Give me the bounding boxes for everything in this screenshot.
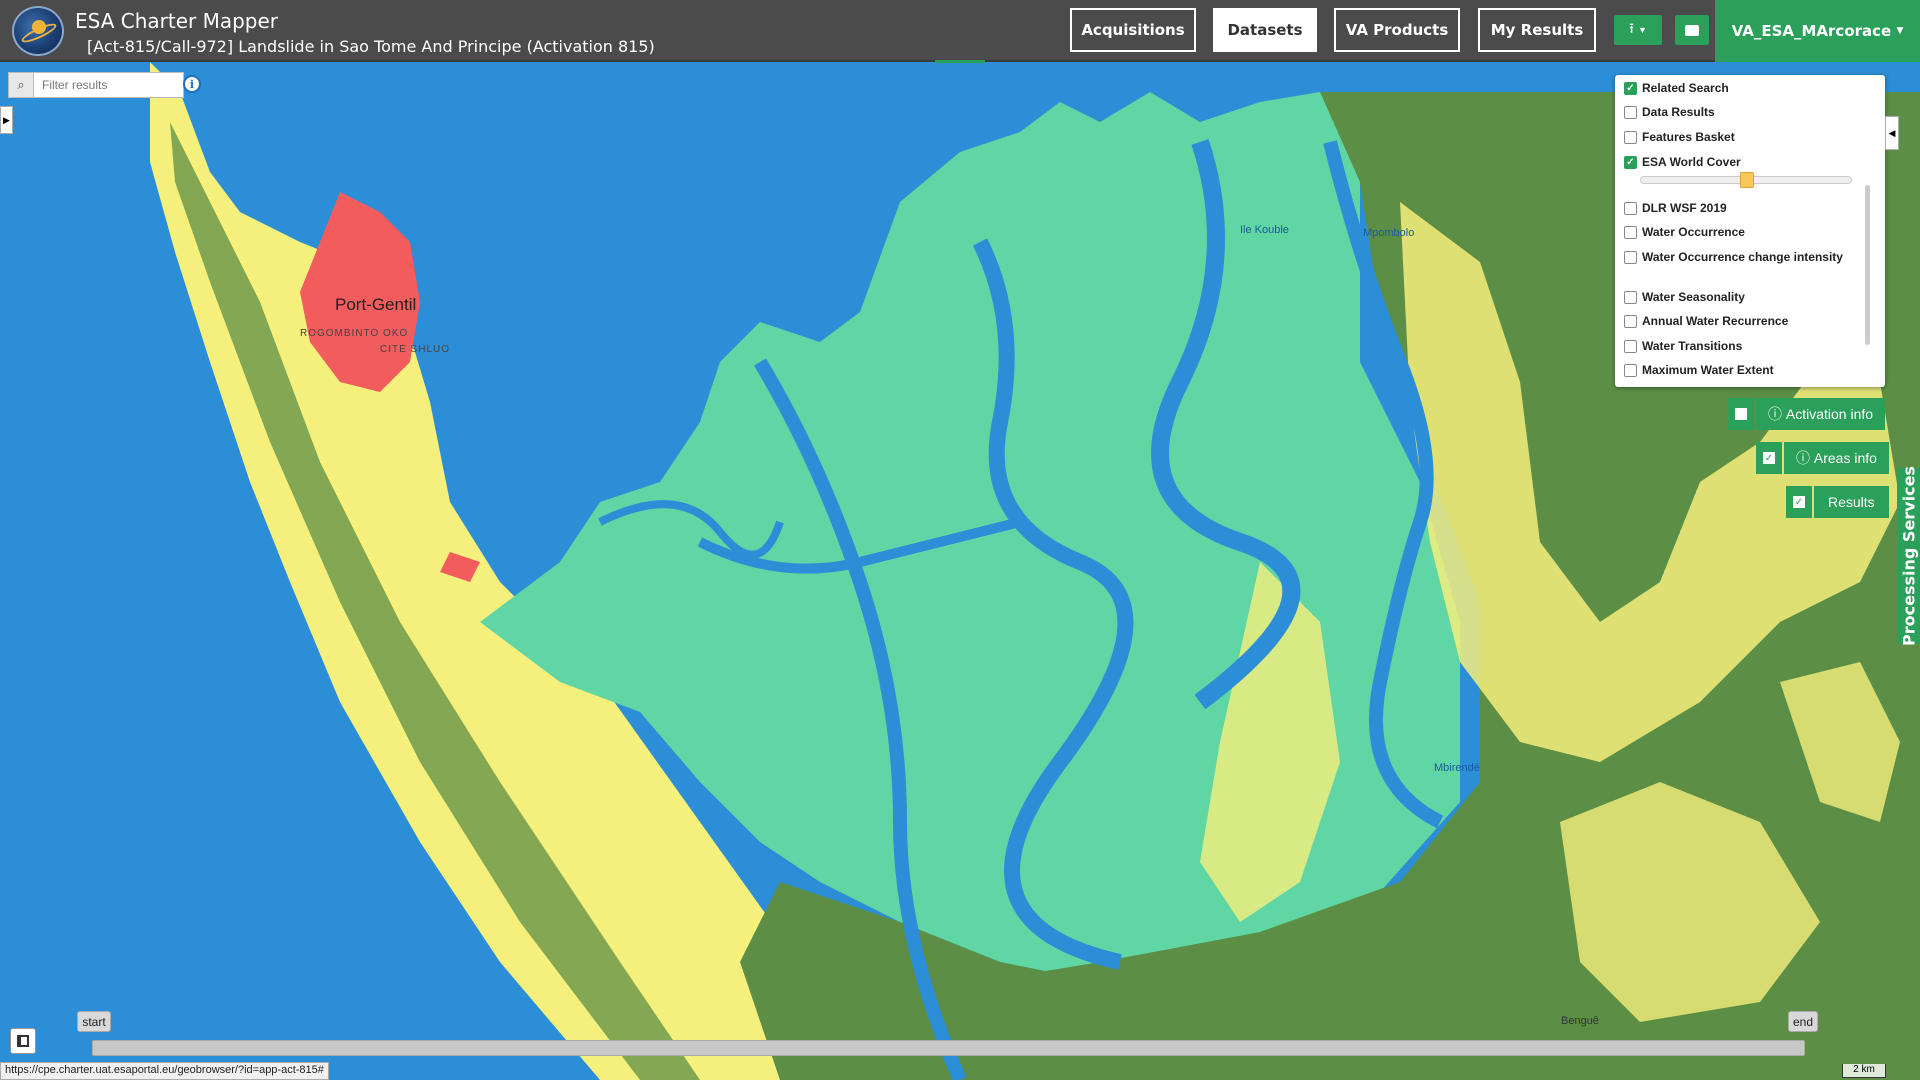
map-label-district: ROGOMBINTO OKO	[300, 328, 409, 339]
timeline-bar[interactable]	[92, 1040, 1805, 1056]
map-label-place: Mpombolo	[1363, 227, 1415, 239]
checkbox-icon[interactable]	[1624, 225, 1637, 239]
nav-va-products-button[interactable]: VA Products	[1334, 8, 1460, 52]
map-label-place: Benguê	[1561, 1015, 1599, 1027]
app-title: ESA Charter Mapper	[75, 9, 279, 33]
activation-info-row: ⓘ Activation info	[1728, 398, 1886, 430]
user-name: VA_ESA_MArcorace	[1731, 22, 1892, 40]
layer-water-occurrence[interactable]: Water Occurrence	[1624, 225, 1745, 239]
esa-logo-icon[interactable]	[12, 6, 64, 56]
nav-datasets-button[interactable]: Datasets	[1213, 8, 1317, 52]
layers-panel: ✓ Related Search Data Results Features Ba…	[1615, 75, 1885, 387]
results-row: ✓ Results	[1786, 486, 1889, 518]
layer-label: Related Search	[1642, 81, 1729, 95]
checkbox-icon[interactable]	[1624, 363, 1637, 377]
layer-label: Water Occurrence change intensity	[1642, 250, 1843, 264]
filter-bar: ⌕	[8, 72, 184, 98]
layer-label: Water Transitions	[1642, 339, 1743, 353]
checkbox-icon[interactable]	[1624, 290, 1637, 304]
opacity-slider[interactable]	[1640, 172, 1852, 188]
processing-services-tab[interactable]: Processing Services	[1897, 466, 1920, 646]
areas-info-checkbox[interactable]: ✓	[1756, 442, 1782, 474]
search-icon[interactable]: ⌕	[8, 72, 34, 98]
checkbox-icon[interactable]	[1624, 314, 1637, 328]
areas-info-row: ✓ ⓘ Areas info	[1756, 442, 1889, 474]
nav-acquisitions-button[interactable]: Acquisitions	[1070, 8, 1196, 52]
slider-handle[interactable]	[1740, 172, 1754, 188]
expand-left-panel-icon[interactable]: ▶	[0, 106, 13, 134]
results-checkbox[interactable]: ✓	[1786, 486, 1812, 518]
layer-water-transitions[interactable]: Water Transitions	[1624, 339, 1742, 353]
layer-label: Maximum Water Extent	[1642, 363, 1774, 377]
timeline-end-handle[interactable]: end	[1788, 1011, 1818, 1032]
areas-info-label: Areas info	[1813, 450, 1877, 466]
timeline-start-handle[interactable]: start	[77, 1011, 111, 1032]
activation-title: [Act-815/Call-972] Landslide in Sao Tome…	[87, 37, 655, 56]
info-circle-icon: ⓘ	[1796, 450, 1810, 466]
layer-esa-world-cover[interactable]: ✓ ESA World Cover	[1624, 155, 1741, 169]
layer-related-search[interactable]: ✓ Related Search	[1624, 81, 1729, 95]
layer-label: Features Basket	[1642, 130, 1735, 144]
results-button[interactable]: Results	[1814, 486, 1889, 518]
checkbox-icon[interactable]	[1624, 130, 1637, 144]
layer-water-occurrence-change[interactable]: Water Occurrence change intensity	[1624, 250, 1843, 264]
checkbox-icon[interactable]	[1624, 201, 1637, 215]
layer-dlr-wsf-2019[interactable]: DLR WSF 2019	[1624, 201, 1727, 215]
top-bar: ESA Charter Mapper [Act-815/Call-972] La…	[0, 0, 1920, 62]
map-label-place: Mbirendé	[1434, 762, 1480, 774]
filter-results-input[interactable]	[34, 72, 184, 98]
checkbox-icon[interactable]	[1624, 105, 1637, 119]
processing-services-label: Processing Services	[1899, 466, 1918, 646]
scale-bar: 2 km	[1842, 1064, 1886, 1078]
layer-water-seasonality[interactable]: Water Seasonality	[1624, 290, 1745, 304]
layer-label: Data Results	[1642, 105, 1715, 119]
caret-down-icon: ▼	[1637, 25, 1647, 35]
layers-scrollbar[interactable]	[1865, 185, 1870, 345]
upload-icon: ⭱	[1629, 20, 1635, 36]
areas-info-button[interactable]: ⓘ Areas info	[1784, 442, 1889, 474]
checkbox-checked-icon[interactable]: ✓	[1624, 155, 1637, 169]
active-nav-indicator	[935, 60, 985, 63]
activation-info-button[interactable]: ⓘ Activation info	[1756, 398, 1886, 430]
collapse-right-panel-icon[interactable]: ◀	[1885, 116, 1899, 150]
layer-label: Water Seasonality	[1642, 290, 1745, 304]
nav-my-results-button[interactable]: My Results	[1478, 8, 1596, 52]
status-url: https://cpe.charter.uat.esaportal.eu/geo…	[0, 1062, 329, 1080]
activation-info-label: Activation info	[1785, 406, 1874, 422]
layer-annual-water-recurrence[interactable]: Annual Water Recurrence	[1624, 314, 1788, 328]
briefcase-icon	[1685, 24, 1699, 36]
layer-label: DLR WSF 2019	[1642, 201, 1727, 215]
bookmark-icon[interactable]	[10, 1028, 36, 1054]
caret-down-icon: ▼	[1896, 26, 1904, 36]
activation-info-checkbox[interactable]	[1728, 398, 1754, 430]
layer-label: ESA World Cover	[1642, 155, 1741, 169]
user-menu[interactable]: VA_ESA_MArcorace ▼	[1715, 0, 1920, 62]
layer-data-results[interactable]: Data Results	[1624, 105, 1715, 119]
layer-label: Annual Water Recurrence	[1642, 314, 1789, 328]
layer-label: Water Occurrence	[1642, 225, 1745, 239]
map-label-city: Port-Gentil	[335, 295, 417, 314]
layer-features-basket[interactable]: Features Basket	[1624, 130, 1735, 144]
info-circle-icon: ⓘ	[1768, 406, 1782, 422]
info-icon[interactable]: i	[183, 75, 201, 93]
checkbox-checked-icon[interactable]: ✓	[1624, 81, 1637, 95]
results-label: Results	[1828, 494, 1875, 510]
briefcase-button[interactable]	[1675, 15, 1709, 45]
map-label-place: Ile Kouble	[1240, 224, 1289, 236]
checkbox-icon[interactable]	[1624, 339, 1637, 353]
layer-maximum-water-extent[interactable]: Maximum Water Extent	[1624, 363, 1774, 377]
checkbox-icon[interactable]	[1624, 250, 1637, 264]
map-label-district: CITE SHLUO	[380, 344, 451, 355]
upload-dropdown-button[interactable]: ⭱ ▼	[1614, 15, 1662, 45]
